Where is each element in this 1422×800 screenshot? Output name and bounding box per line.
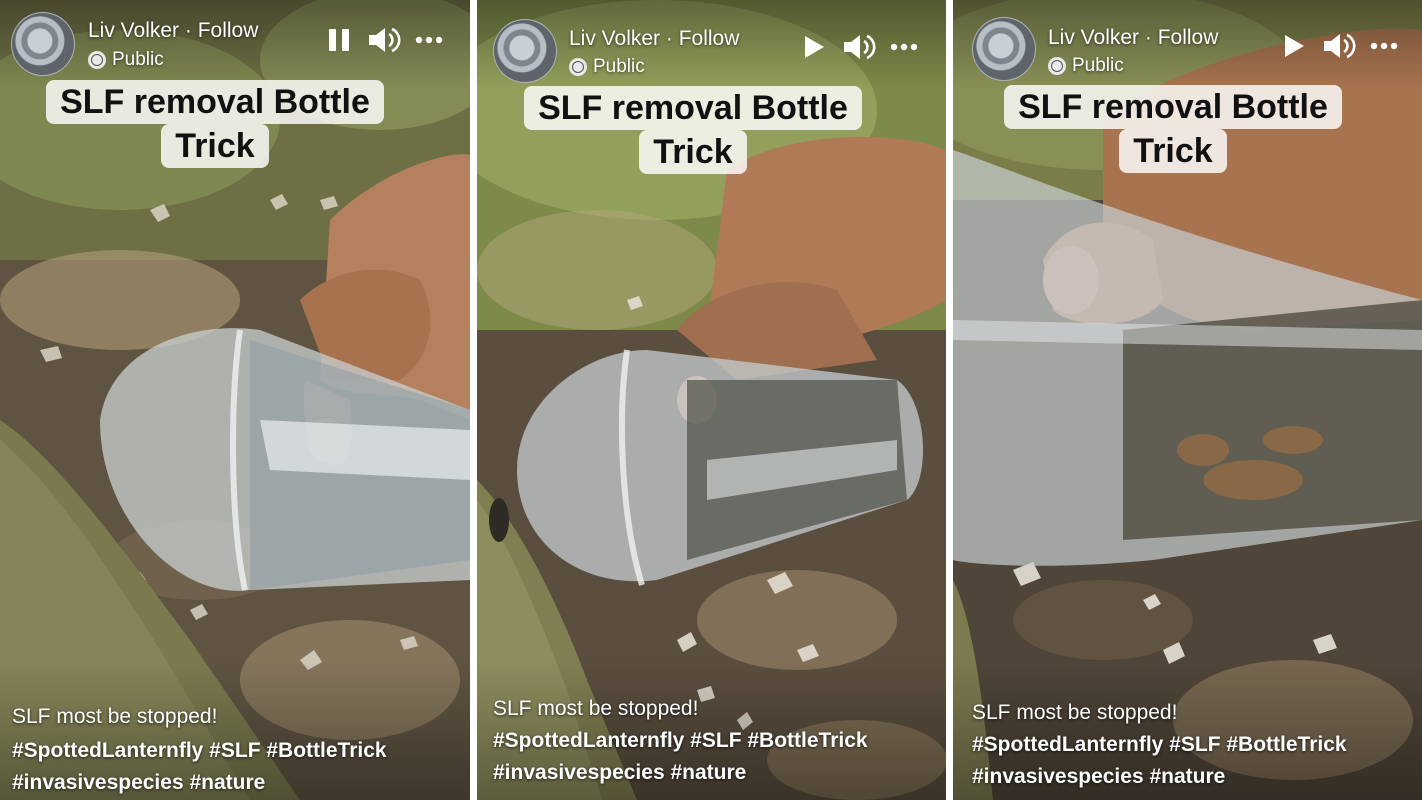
caption-line-1: SLF removal Bottle (46, 80, 384, 124)
follow-button[interactable]: Follow (198, 19, 259, 42)
author-avatar[interactable] (972, 17, 1036, 81)
volume-icon[interactable] (367, 25, 401, 55)
caption-line-1: SLF removal Bottle (524, 86, 862, 130)
author-line: Liv Volker · Follow (88, 19, 258, 43)
caption-line-1-box: SLF removal Bottle (38, 80, 392, 124)
caption-line-2: Trick (1119, 129, 1227, 173)
volume-icon[interactable] (842, 32, 876, 62)
hashtags[interactable]: #SpottedLanternfly #SLF #BottleTrick #in… (972, 729, 1347, 793)
caption-line-2-box: Trick (521, 130, 865, 174)
audience-label: Public (593, 56, 645, 77)
hashtags-line-2[interactable]: #invasivespecies #nature (12, 767, 387, 799)
video-controls (802, 32, 918, 62)
caption-line-1-box: SLF removal Bottle (1000, 85, 1346, 129)
hashtags[interactable]: #SpottedLanternfly #SLF #BottleTrick #in… (493, 725, 868, 789)
video-panel-2[interactable]: Liv Volker · Follow Public SLF removal B… (477, 0, 946, 800)
play-icon[interactable] (802, 33, 826, 61)
caption-line-2: Trick (161, 124, 269, 168)
audience-indicator: Public (1048, 55, 1124, 77)
volume-icon[interactable] (1322, 31, 1356, 61)
play-icon[interactable] (1282, 32, 1306, 60)
audience-indicator: Public (569, 56, 645, 78)
author-line: Liv Volker · Follow (569, 27, 739, 51)
more-options-icon[interactable] (1370, 42, 1398, 50)
caption-line-2: Trick (639, 130, 747, 174)
caption-line-1-box: SLF removal Bottle (521, 86, 865, 130)
hashtags-line-1[interactable]: #SpottedLanternfly #SLF #BottleTrick (972, 729, 1347, 761)
video-panel-1[interactable]: Liv Volker · Follow Public SLF removal B… (0, 0, 470, 800)
audience-indicator: Public (88, 49, 164, 71)
follow-separator: · (179, 19, 198, 42)
author-name[interactable]: Liv Volker (88, 19, 179, 42)
globe-icon (569, 58, 587, 76)
caption-line-1: SLF removal Bottle (1004, 85, 1342, 129)
follow-separator: · (1139, 26, 1158, 49)
post-description: SLF most be stopped! (493, 697, 699, 720)
more-options-icon[interactable] (415, 36, 443, 44)
caption-line-2-box: Trick (38, 124, 392, 168)
hashtags-line-2[interactable]: #invasivespecies #nature (493, 757, 868, 789)
author-avatar[interactable] (493, 19, 557, 83)
hashtags-line-1[interactable]: #SpottedLanternfly #SLF #BottleTrick (493, 725, 868, 757)
post-description: SLF most be stopped! (972, 701, 1178, 724)
caption-line-2-box: Trick (1000, 129, 1346, 173)
audience-label: Public (112, 49, 164, 70)
follow-separator: · (660, 27, 679, 50)
follow-button[interactable]: Follow (679, 27, 740, 50)
follow-button[interactable]: Follow (1158, 26, 1219, 49)
hashtags[interactable]: #SpottedLanternfly #SLF #BottleTrick #in… (12, 735, 387, 799)
hashtags-line-2[interactable]: #invasivespecies #nature (972, 761, 1347, 793)
video-controls (327, 25, 443, 55)
author-avatar[interactable] (11, 12, 75, 76)
post-description: SLF most be stopped! (12, 705, 218, 728)
more-options-icon[interactable] (890, 43, 918, 51)
author-name[interactable]: Liv Volker (1048, 26, 1139, 49)
hashtags-line-1[interactable]: #SpottedLanternfly #SLF #BottleTrick (12, 735, 387, 767)
pause-icon[interactable] (327, 26, 351, 54)
globe-icon (88, 51, 106, 69)
globe-icon (1048, 57, 1066, 75)
video-panel-3[interactable]: Liv Volker · Follow Public SLF removal B… (953, 0, 1422, 800)
author-line: Liv Volker · Follow (1048, 26, 1218, 50)
author-name[interactable]: Liv Volker (569, 27, 660, 50)
video-controls (1282, 31, 1398, 61)
audience-label: Public (1072, 55, 1124, 76)
